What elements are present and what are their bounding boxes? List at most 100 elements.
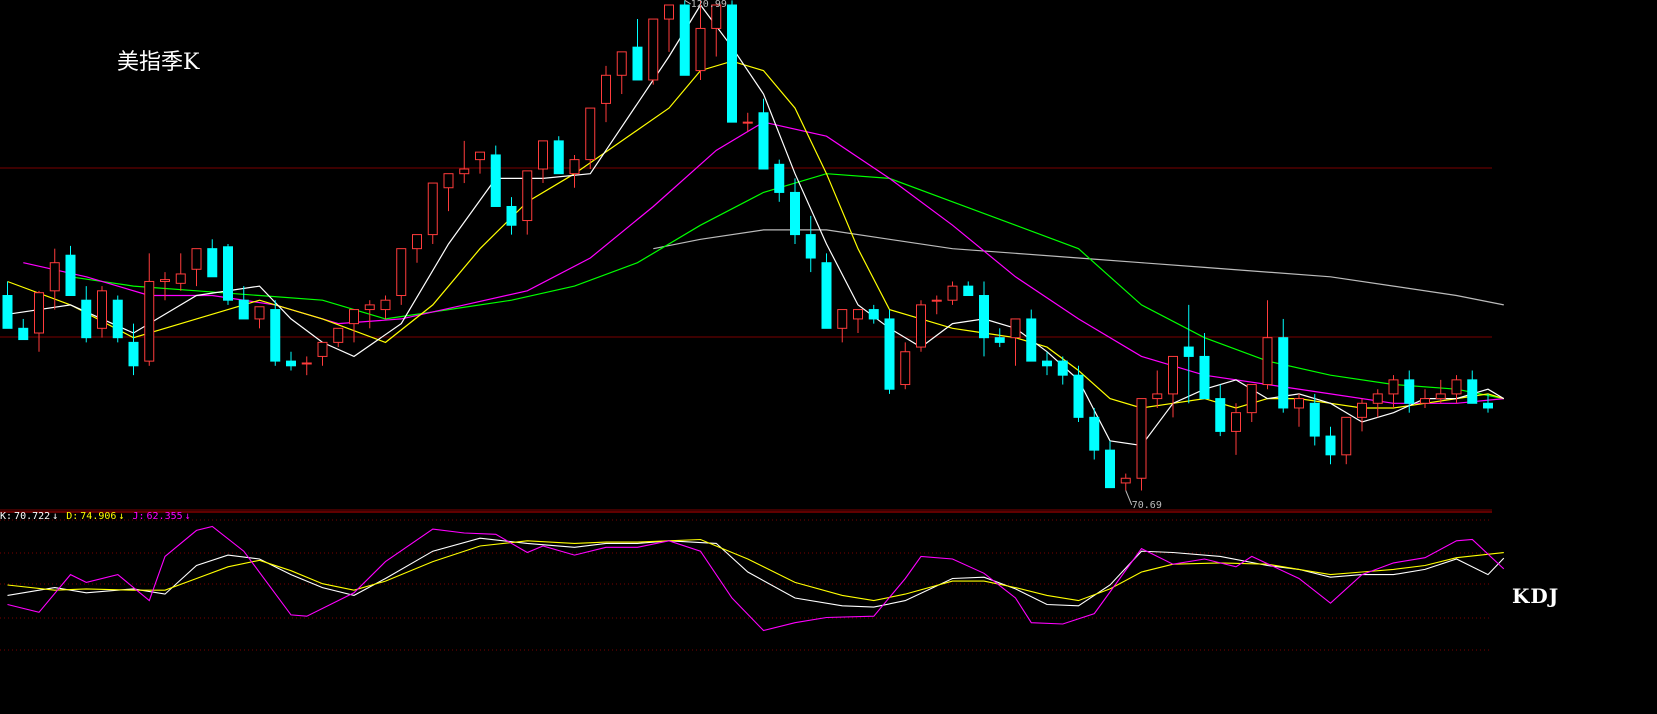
candle-body	[1089, 416, 1100, 451]
candle-body	[1483, 402, 1493, 409]
candle-body	[979, 295, 989, 339]
candle-body	[868, 309, 879, 320]
candle-body	[664, 4, 674, 20]
candle-body	[1404, 379, 1415, 404]
candle-body	[1278, 337, 1289, 409]
candle-body	[2, 295, 13, 329]
candle-body	[931, 299, 942, 302]
candle-body	[506, 205, 517, 226]
candle-body	[569, 159, 580, 175]
candle-body	[538, 140, 548, 170]
chart-canvas: 120.99 70.69	[0, 0, 1505, 651]
candle-body	[1042, 360, 1052, 367]
candle-body	[616, 51, 627, 76]
candle-body	[112, 299, 123, 339]
candle-body	[884, 318, 895, 390]
candle-body	[837, 309, 848, 329]
candle-body	[727, 4, 737, 123]
candle-body	[317, 341, 328, 357]
candle-body	[175, 273, 186, 284]
kdj-readout: K: 70.722 ↓ D: 74.906 ↓ J: 62.355 ↓	[0, 511, 193, 522]
candle-body	[900, 351, 911, 386]
candle-body	[223, 246, 233, 301]
candle-body	[412, 234, 422, 250]
candle-body	[553, 140, 564, 175]
candle-body	[774, 163, 785, 193]
candle-body	[994, 337, 1005, 343]
candle-body	[1341, 416, 1352, 456]
grid-lines	[0, 167, 1492, 651]
ma40-line	[70, 173, 1504, 400]
ma60-line	[653, 229, 1504, 306]
candle-body	[821, 262, 832, 329]
candle-body	[254, 306, 265, 320]
candle-body	[1026, 318, 1037, 362]
candle-body	[1246, 384, 1257, 414]
candle-body	[207, 248, 218, 278]
candle-body	[65, 254, 76, 297]
j-label: J:	[132, 511, 145, 522]
candle-body	[1105, 449, 1115, 489]
candle-body	[34, 292, 44, 334]
candle-body	[853, 309, 863, 320]
candle-body	[443, 173, 454, 189]
kdj-j-line	[7, 525, 1505, 632]
d-arrow: ↓	[118, 511, 125, 522]
k-label: K:	[0, 511, 13, 522]
candle-body	[475, 151, 485, 161]
low-price-label: 70.69	[1132, 500, 1162, 511]
candle-body	[1010, 318, 1021, 339]
candle-body	[333, 327, 344, 343]
candle-body	[1309, 402, 1320, 437]
candle-body	[695, 27, 706, 72]
candle-body	[758, 112, 769, 170]
candle-body	[648, 18, 659, 81]
candle-body	[1120, 477, 1131, 484]
candle-body	[1136, 398, 1147, 479]
candle-body	[427, 182, 438, 236]
candle-body	[522, 170, 533, 222]
candle-body	[49, 262, 60, 292]
j-value: 62.355	[146, 511, 183, 522]
candle-body	[1168, 355, 1178, 395]
candle-body	[364, 304, 375, 311]
k-arrow: ↓	[52, 511, 59, 522]
candle-body	[97, 290, 107, 329]
candle-body	[81, 299, 92, 339]
candle-body	[585, 107, 596, 161]
candle-body	[1073, 374, 1084, 418]
candle-body	[947, 285, 958, 301]
candle-body	[1183, 346, 1194, 357]
candle-body	[286, 360, 296, 367]
candle-body	[1357, 402, 1367, 418]
candle-body	[1262, 337, 1273, 386]
chart-title: 美指季K	[117, 50, 200, 75]
candle-body	[1057, 360, 1068, 376]
candle-body	[238, 299, 249, 320]
candle-body	[191, 248, 202, 270]
candle-body	[1215, 398, 1226, 432]
k-value: 70.722	[14, 511, 51, 522]
candle-body	[1388, 379, 1399, 395]
j-arrow: ↓	[184, 511, 191, 522]
candle-body	[349, 309, 359, 325]
candle-body	[790, 191, 800, 236]
high-price-label: 120.99	[691, 0, 727, 10]
candle-body	[916, 304, 926, 348]
candle-body	[1294, 398, 1304, 409]
kdj-indicator	[7, 525, 1505, 632]
candle-body	[18, 327, 29, 341]
candle-body	[679, 4, 690, 76]
candle-body	[270, 309, 281, 362]
kdj-panel-label: KDJ	[1512, 584, 1560, 608]
candle-body	[1372, 393, 1383, 404]
candle-body	[396, 248, 407, 297]
candle-body	[490, 154, 501, 207]
low-price-leader	[1125, 490, 1133, 506]
candle-body	[601, 74, 611, 104]
candlesticks	[2, 0, 1493, 491]
candle-body	[1152, 393, 1163, 400]
candle-body	[160, 279, 170, 282]
d-label: D:	[66, 511, 79, 522]
candle-body	[144, 280, 155, 362]
